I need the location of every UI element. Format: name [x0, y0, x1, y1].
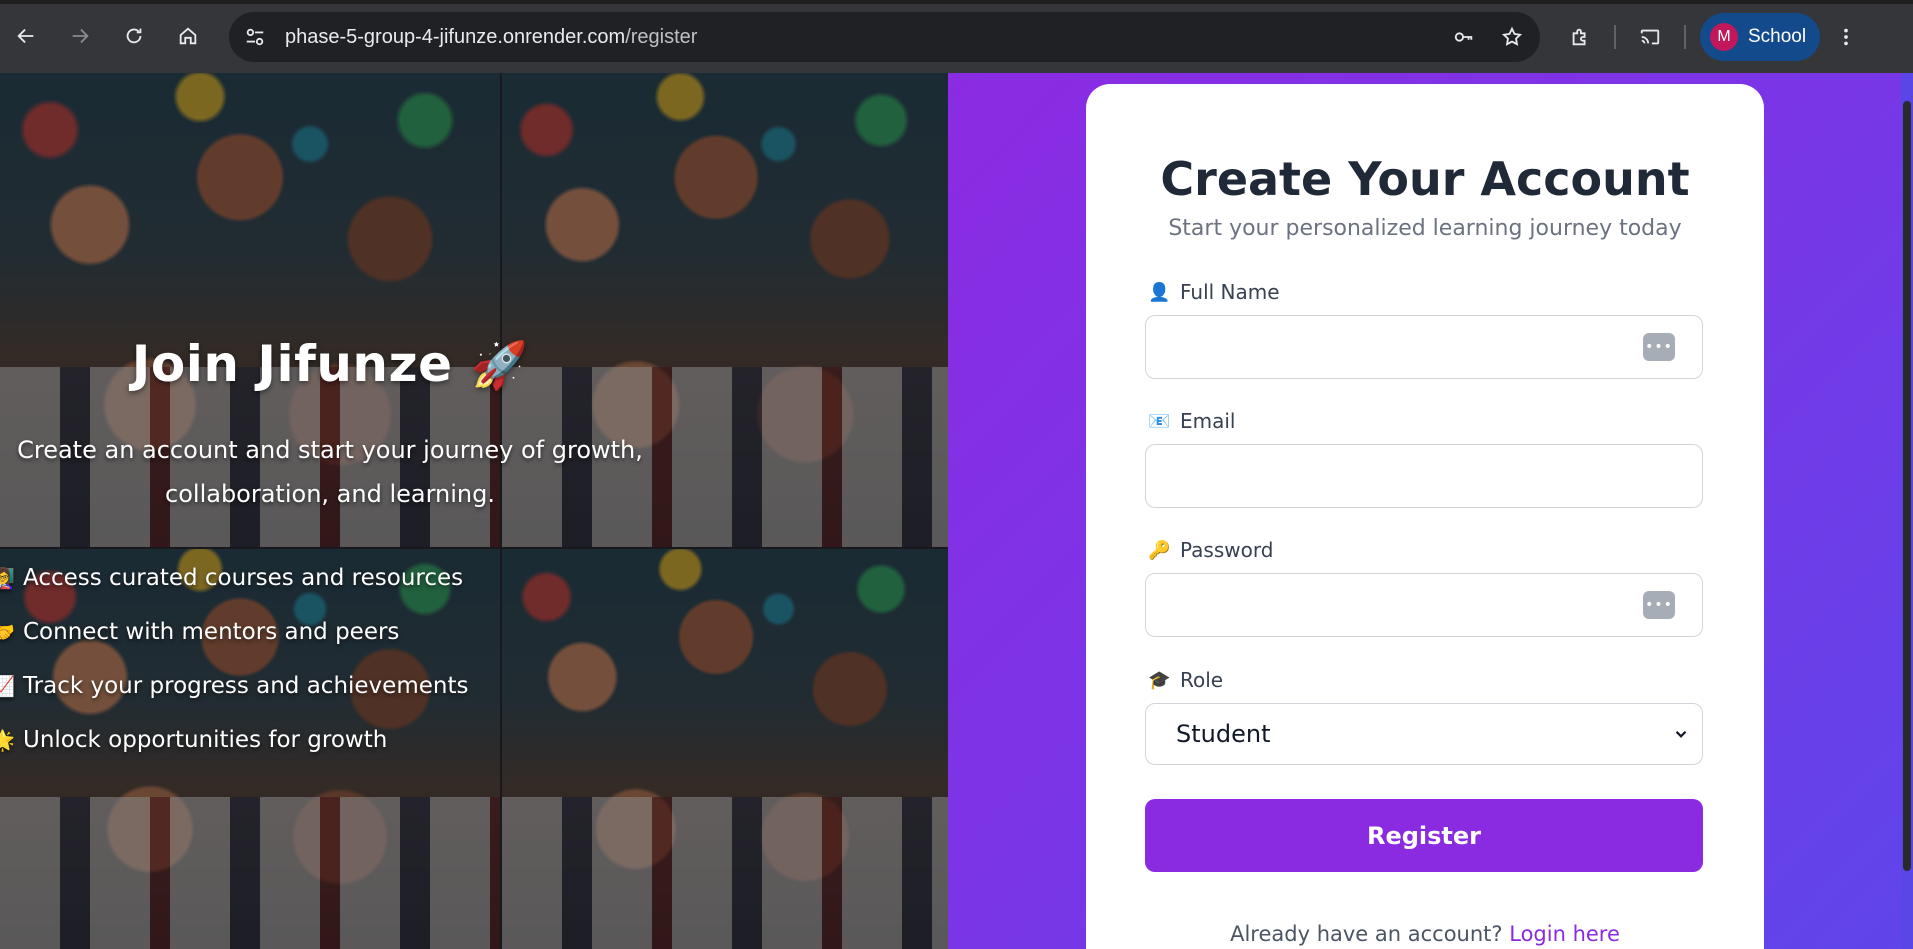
key-icon	[1454, 32, 1473, 42]
graduation-cap-icon: 🎓	[1148, 669, 1171, 691]
cast-icon	[1640, 29, 1660, 45]
password-field[interactable]	[1145, 573, 1703, 637]
user-icon: 👤	[1148, 281, 1171, 303]
arrow-left-icon	[17, 28, 34, 44]
autofill-icon[interactable]: •••	[1643, 333, 1675, 361]
arrow-right-icon	[72, 28, 89, 44]
full-name-label-text: Full Name	[1180, 280, 1280, 304]
feature-list: 👩‍🏫 Access curated courses and resources…	[0, 551, 468, 767]
feature-item: 🤝 Connect with mentors and peers	[0, 605, 468, 659]
reload-icon	[126, 28, 142, 44]
puzzle-icon	[1572, 28, 1586, 46]
bookmark-button[interactable]	[1494, 19, 1530, 55]
login-prompt: Already have an account? Login here	[1086, 922, 1764, 946]
back-button[interactable]	[6, 16, 46, 56]
home-button[interactable]	[168, 16, 208, 56]
hero-subtitle-line: Create an account and start your journey…	[17, 436, 643, 464]
avatar: M	[1710, 23, 1738, 51]
feature-item: 🌟 Unlock opportunities for growth	[0, 713, 468, 767]
hero-panel: Join Jifunze 🚀 Create an account and sta…	[0, 73, 948, 949]
page-subtitle: Start your personalized learning journey…	[1168, 216, 1682, 241]
reload-button[interactable]	[114, 16, 154, 56]
toolbar-divider	[1684, 25, 1686, 49]
page-title: Create Your Account	[1160, 152, 1690, 206]
browser-toolbar: phase-5-group-4-jifunze.onrender.com/reg…	[0, 0, 1913, 73]
tune-icon	[246, 28, 264, 46]
email-icon: 📧	[1148, 410, 1171, 432]
scrollbar-thumb[interactable]	[1903, 101, 1911, 871]
chevron-down-icon	[1675, 730, 1687, 738]
full-name-label: 👤 Full Name	[1148, 280, 1280, 304]
star-icon	[1501, 26, 1523, 46]
login-link[interactable]: Login here	[1509, 922, 1620, 946]
more-vertical-icon	[1844, 28, 1848, 46]
profile-name: School	[1748, 26, 1807, 47]
scrollbar[interactable]	[1901, 73, 1913, 949]
url-text[interactable]: phase-5-group-4-jifunze.onrender.com/reg…	[285, 26, 697, 49]
extensions-button[interactable]	[1560, 17, 1600, 57]
key-emoji-icon: 🔑	[1148, 539, 1171, 561]
handshake-icon: 🤝	[0, 620, 15, 644]
password-label: 🔑 Password	[1148, 538, 1273, 562]
role-select[interactable]: Student	[1145, 703, 1703, 765]
register-panel: Create Your Account Start your personali…	[948, 73, 1913, 949]
register-button[interactable]: Register	[1145, 799, 1703, 872]
url-path: /register	[625, 25, 698, 48]
feature-text: Unlock opportunities for growth	[23, 727, 388, 753]
hero-subtitle: Create an account and start your journey…	[0, 428, 660, 516]
tab-strip-edge	[0, 0, 1913, 4]
url-host: phase-5-group-4-jifunze.onrender.com	[285, 25, 626, 48]
feature-item: 👩‍🏫 Access curated courses and resources	[0, 551, 468, 605]
home-icon	[179, 27, 197, 45]
hero-content: Join Jifunze 🚀 Create an account and sta…	[0, 73, 660, 949]
profile-button[interactable]: M School	[1700, 13, 1821, 61]
feature-text: Connect with mentors and peers	[23, 619, 400, 645]
toolbar-divider	[1614, 25, 1616, 49]
feature-text: Access curated courses and resources	[23, 565, 464, 591]
cast-button[interactable]	[1630, 17, 1670, 57]
menu-button[interactable]	[1826, 17, 1866, 57]
role-selected-value: Student	[1176, 720, 1271, 748]
email-field[interactable]	[1145, 444, 1703, 508]
password-label-text: Password	[1180, 538, 1274, 562]
teacher-icon: 👩‍🏫	[0, 566, 15, 590]
register-card: Create Your Account Start your personali…	[1086, 84, 1764, 949]
hero-subtitle-line: collaboration, and learning.	[165, 480, 495, 508]
autofill-icon[interactable]: •••	[1643, 591, 1675, 619]
role-label-text: Role	[1180, 668, 1224, 692]
page-viewport: Join Jifunze 🚀 Create an account and sta…	[0, 73, 1913, 949]
feature-text: Track your progress and achievements	[23, 673, 469, 699]
address-bar[interactable]: phase-5-group-4-jifunze.onrender.com/reg…	[229, 12, 1540, 62]
email-label-text: Email	[1180, 409, 1236, 433]
chart-icon: 📈	[0, 674, 15, 698]
password-key-button[interactable]	[1446, 19, 1482, 55]
hero-title: Join Jifunze 🚀	[0, 335, 660, 393]
email-label: 📧 Email	[1148, 409, 1236, 433]
site-info-button[interactable]	[237, 19, 273, 55]
login-prompt-text: Already have an account?	[1230, 922, 1503, 946]
forward-button[interactable]	[60, 16, 100, 56]
star-glow-icon: 🌟	[0, 728, 15, 752]
rocket-icon: 🚀	[470, 338, 529, 392]
feature-item: 📈 Track your progress and achievements	[0, 659, 468, 713]
full-name-input[interactable]	[1145, 315, 1703, 379]
hero-title-text: Join Jifunze	[131, 335, 453, 393]
role-label: 🎓 Role	[1148, 668, 1223, 692]
